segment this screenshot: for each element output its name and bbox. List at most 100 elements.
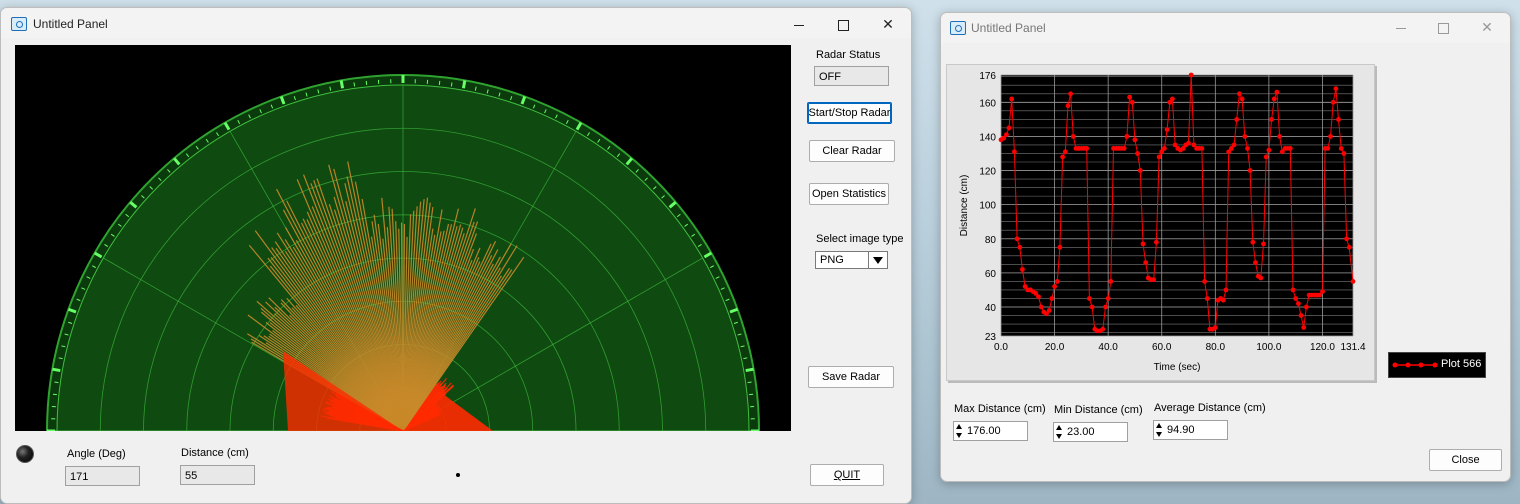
data-point [1261, 241, 1266, 247]
data-point [1298, 313, 1304, 318]
image-type-value: PNG [820, 254, 844, 266]
data-point [1237, 91, 1242, 97]
data-point [1328, 134, 1333, 139]
data-point [1089, 304, 1095, 310]
distance-label: Distance (cm) [181, 447, 249, 459]
data-point [1250, 239, 1256, 245]
chevron-down-icon[interactable] [868, 252, 887, 268]
data-point [1346, 244, 1352, 250]
data-point [1277, 134, 1282, 139]
data-point [1234, 117, 1240, 122]
data-point [1245, 146, 1250, 151]
data-point [1320, 289, 1325, 294]
data-point [1290, 287, 1296, 293]
image-type-select[interactable]: PNG [815, 251, 888, 269]
angle-label: Angle (Deg) [67, 448, 126, 460]
data-point [1070, 134, 1076, 139]
title-bar[interactable]: Untitled Panel ✕ [941, 13, 1510, 43]
data-point [1231, 142, 1237, 148]
data-point [1084, 146, 1090, 151]
x-tick-label: 20.0 [1045, 342, 1065, 353]
max-distance-field[interactable]: 176.00 [953, 421, 1028, 441]
clear-radar-button[interactable]: Clear Radar [809, 140, 895, 162]
maximize-icon [1437, 22, 1449, 34]
angle-field: 171 [65, 466, 140, 486]
close-window-button[interactable]: ✕ [874, 16, 902, 34]
y-tick-label: 140 [979, 132, 996, 143]
spin-icon[interactable] [955, 423, 964, 439]
maximize-button[interactable] [1429, 19, 1457, 37]
data-point [1220, 297, 1226, 303]
data-point [1087, 296, 1092, 301]
close-button[interactable]: Close [1429, 449, 1502, 471]
close-icon: ✕ [882, 16, 894, 32]
x-tick-label: 40.0 [1098, 342, 1118, 353]
minimize-button[interactable] [1387, 19, 1415, 37]
x-tick-label: 120.0 [1310, 342, 1335, 353]
data-point [1242, 134, 1248, 139]
data-point [1266, 147, 1272, 153]
average-distance-field[interactable]: 94.90 [1153, 420, 1228, 440]
data-point [1202, 279, 1207, 284]
data-point [1062, 149, 1068, 155]
distance-chart-svg: 0.0 20.0 40.0 60.0 80.0 100.0 120.0 131.4 23 40 60… [959, 71, 1366, 373]
data-point [1046, 308, 1052, 313]
spin-icon[interactable] [1055, 424, 1064, 440]
data-point [1132, 137, 1138, 143]
x-axis-label: Time (sec) [1154, 362, 1201, 373]
data-point [1293, 296, 1299, 301]
data-point [1154, 239, 1159, 245]
data-point [1263, 154, 1269, 160]
minimize-button[interactable] [785, 16, 813, 34]
x-tick-label: 0.0 [994, 342, 1008, 353]
data-point [1137, 168, 1143, 173]
close-window-button[interactable]: ✕ [1473, 19, 1501, 37]
data-point [1006, 125, 1012, 131]
data-point [1330, 99, 1336, 105]
y-tick-label: 60 [985, 269, 997, 280]
save-radar-button[interactable]: Save Radar [808, 366, 894, 388]
data-point [1170, 96, 1175, 102]
data-point [1036, 294, 1041, 300]
chart-legend: Plot 566 [1388, 352, 1486, 378]
quit-button[interactable]: QUIT [810, 464, 884, 486]
data-point [1127, 94, 1132, 100]
data-point [1068, 91, 1073, 97]
data-point [1151, 277, 1157, 283]
data-point [1060, 154, 1065, 160]
min-distance-field[interactable]: 23.00 [1053, 422, 1128, 442]
maximize-button[interactable] [829, 16, 857, 34]
image-type-label: Select image type [816, 233, 904, 245]
data-point [1057, 244, 1063, 250]
data-point [1247, 168, 1253, 173]
data-point [1186, 140, 1191, 146]
data-point [1269, 117, 1274, 122]
data-point [1223, 287, 1229, 293]
spin-icon[interactable] [1155, 422, 1164, 438]
title-bar[interactable]: Untitled Panel ✕ [1, 8, 911, 38]
data-point [1156, 154, 1162, 160]
window-title: Untitled Panel [33, 17, 108, 31]
data-point [1017, 244, 1023, 250]
x-tick-label: 80.0 [1206, 342, 1226, 353]
close-icon: ✕ [1481, 19, 1493, 35]
rim-tick [745, 367, 754, 373]
data-point [1004, 132, 1009, 138]
radar-status-label: Radar Status [816, 49, 881, 61]
y-tick-label: 40 [985, 303, 997, 314]
data-point [1124, 134, 1130, 139]
app-icon [950, 21, 966, 35]
data-point [1344, 236, 1349, 242]
open-statistics-button[interactable]: Open Statistics [809, 183, 889, 205]
app-icon [11, 17, 27, 31]
data-point [1341, 151, 1347, 156]
data-point [1338, 146, 1344, 151]
data-point [1287, 146, 1293, 151]
start-stop-radar-button[interactable]: Start/Stop Radar [807, 102, 892, 124]
max-distance-value: 176.00 [967, 425, 1001, 437]
data-point [1325, 146, 1331, 151]
minimize-icon [794, 24, 804, 26]
data-point [1020, 267, 1025, 272]
plot-area [1001, 75, 1353, 336]
minimize-icon [1396, 27, 1406, 29]
